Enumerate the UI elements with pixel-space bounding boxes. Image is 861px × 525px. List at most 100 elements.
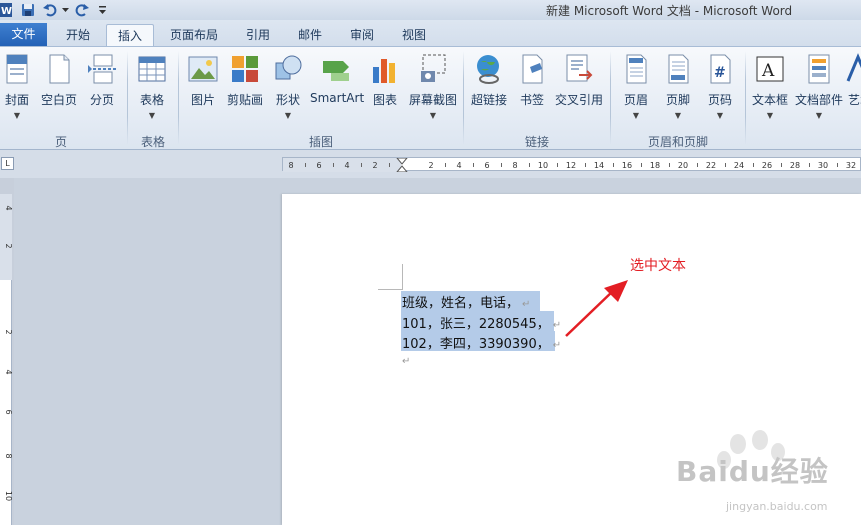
smartart-button[interactable]: SmartArt bbox=[310, 51, 364, 135]
word-logo-icon[interactable]: W bbox=[0, 1, 12, 19]
tab-insert[interactable]: 插入 bbox=[106, 24, 154, 46]
ruler-tick-label: 14 bbox=[594, 161, 604, 170]
tab-home[interactable]: 开始 bbox=[56, 24, 100, 46]
picture-button[interactable]: 图片 bbox=[184, 51, 222, 135]
tab-mailings[interactable]: 邮件 bbox=[288, 24, 332, 46]
wordart-icon bbox=[846, 53, 861, 85]
group-label-header-footer: 页眉和页脚 bbox=[647, 135, 708, 149]
svg-text:#: # bbox=[714, 65, 726, 81]
cover-button[interactable]: 封面 ▼ bbox=[0, 51, 34, 135]
chevron-down-icon: ▼ bbox=[13, 111, 21, 120]
margin-corner-mark bbox=[402, 264, 403, 290]
ruler-tick-label: 30 bbox=[818, 161, 828, 170]
chevron-down-icon: ▼ bbox=[674, 111, 682, 120]
quick-parts-button[interactable]: 文档部件 ▼ bbox=[792, 51, 846, 135]
ruler-tick-label: 4 bbox=[4, 369, 12, 374]
tab-view[interactable]: 视图 bbox=[392, 24, 436, 46]
textbox-button[interactable]: A 文本框 ▼ bbox=[750, 51, 790, 135]
ruler-tick-label: 6 bbox=[316, 161, 321, 170]
ruler-tick-label: 6 bbox=[4, 409, 12, 414]
ruler-tick-label: 10 bbox=[4, 491, 12, 501]
window-title: 新建 Microsoft Word 文档 - Microsoft Word bbox=[546, 4, 793, 18]
ruler-tick-label: 4 bbox=[4, 205, 12, 210]
quick-parts-icon bbox=[803, 53, 835, 85]
document-line[interactable]: 102，李四，3390390， ↵ bbox=[402, 333, 561, 352]
ruler-tick-label: 8 bbox=[4, 453, 12, 458]
cover-page-icon bbox=[1, 53, 33, 85]
ruler-tick bbox=[361, 163, 362, 167]
ruler-tick bbox=[781, 163, 782, 167]
blank-page-button[interactable]: 空白页 bbox=[38, 51, 80, 135]
chevron-down-icon: ▼ bbox=[148, 111, 156, 120]
ruler-tick-label: 8 bbox=[288, 161, 293, 170]
document-line[interactable]: 班级，姓名，电话， ↵ bbox=[402, 292, 530, 311]
page-break-button[interactable]: 分页 bbox=[84, 51, 120, 135]
clipart-button[interactable]: 剪贴画 bbox=[224, 51, 266, 135]
chevron-down-icon: ▼ bbox=[815, 111, 823, 120]
tab-review[interactable]: 审阅 bbox=[340, 24, 384, 46]
ruler-tick bbox=[501, 163, 502, 167]
ruler-tick bbox=[837, 163, 838, 167]
horizontal-ruler-scale: 8 6 4 2 2 4 6 8 10 12 14 16 18 20 22 24 26 28 30 32 bbox=[283, 157, 856, 173]
ruler-tick-label: 2 bbox=[4, 329, 12, 334]
header-button[interactable]: 页眉 ▼ bbox=[616, 51, 656, 135]
save-icon[interactable] bbox=[20, 1, 36, 19]
tab-selector[interactable]: L bbox=[1, 157, 14, 170]
margin-corner-mark bbox=[378, 289, 402, 290]
customize-qat-icon[interactable] bbox=[96, 1, 108, 19]
ruler-tick bbox=[753, 163, 754, 167]
paragraph-mark-icon: ↵ bbox=[522, 299, 531, 310]
screenshot-icon bbox=[417, 53, 449, 85]
ruler-tick-label: 4 bbox=[456, 161, 461, 170]
ruler-tick-label: 32 bbox=[846, 161, 856, 170]
svg-text:W: W bbox=[1, 6, 12, 17]
horizontal-ruler[interactable]: 8 6 4 2 2 4 6 8 10 12 14 16 18 20 22 24 26 28 30 32 bbox=[282, 157, 861, 173]
tab-references[interactable]: 引用 bbox=[236, 24, 280, 46]
ruler-tick-label: 10 bbox=[538, 161, 548, 170]
screenshot-button[interactable]: 屏幕截图 ▼ bbox=[406, 51, 460, 135]
vertical-ruler-scale: 4 2 2 4 6 8 10 bbox=[0, 194, 13, 501]
chart-button[interactable]: 图表 bbox=[366, 51, 404, 135]
page-number-button[interactable]: # 页码 ▼ bbox=[700, 51, 740, 135]
ruler-tick-label: 28 bbox=[790, 161, 800, 170]
group-label-pages: 页 bbox=[54, 135, 67, 149]
chevron-down-icon: ▼ bbox=[716, 111, 724, 120]
group-label-illustrations: 插图 bbox=[308, 135, 333, 149]
group-separator bbox=[610, 51, 611, 145]
ruler-tick-label: 18 bbox=[650, 161, 660, 170]
empty-paragraph[interactable]: ↵ bbox=[402, 353, 410, 368]
ruler-tick-label: 22 bbox=[706, 161, 716, 170]
redo-icon[interactable] bbox=[74, 1, 90, 19]
table-button[interactable]: 表格 ▼ bbox=[132, 51, 172, 135]
ruler-tick-label: 16 bbox=[622, 161, 632, 170]
undo-icon[interactable] bbox=[42, 1, 58, 19]
bookmark-button[interactable]: 书签 bbox=[514, 51, 550, 135]
vertical-ruler[interactable]: 4 2 2 4 6 8 10 bbox=[0, 194, 13, 525]
shapes-button[interactable]: 形状 ▼ bbox=[270, 51, 306, 135]
ruler-margin bbox=[283, 158, 401, 172]
document-line[interactable]: 101，张三，2280545， ↵ bbox=[402, 313, 561, 332]
ruler-tick-label: 24 bbox=[734, 161, 744, 170]
ruler-tick bbox=[641, 163, 642, 167]
ruler-tick-label: 12 bbox=[566, 161, 576, 170]
tab-page-layout[interactable]: 页面布局 bbox=[162, 24, 226, 46]
ruler-tick-label: 26 bbox=[762, 161, 772, 170]
ruler-tick-label: 2 bbox=[372, 161, 377, 170]
ruler-tick bbox=[669, 163, 670, 167]
annotation-label: 选中文本 bbox=[630, 258, 686, 274]
hyperlink-button[interactable]: 超链接 bbox=[468, 51, 510, 135]
undo-dropdown-icon[interactable] bbox=[60, 1, 70, 19]
ruler-tick-label: 2 bbox=[4, 243, 12, 248]
tab-file[interactable]: 文件 bbox=[0, 23, 47, 46]
footer-button[interactable]: 页脚 ▼ bbox=[658, 51, 698, 135]
ruler-tick-label: 2 bbox=[428, 161, 433, 170]
header-icon bbox=[620, 53, 652, 85]
wordart-button[interactable]: 艺术 bbox=[846, 51, 861, 135]
ruler-tick bbox=[613, 163, 614, 167]
ruler-tick-label: 6 bbox=[484, 161, 489, 170]
group-label-tables: 表格 bbox=[140, 135, 165, 149]
ribbon-insert: 封面 ▼ 空白页 分页 页 表格 ▼ 表格 图片 剪贴画 形状 ▼ SmartA… bbox=[0, 46, 861, 150]
svg-text:A: A bbox=[761, 61, 775, 81]
cross-reference-button[interactable]: 交叉引用 bbox=[552, 51, 606, 135]
globe-link-icon bbox=[473, 53, 505, 85]
